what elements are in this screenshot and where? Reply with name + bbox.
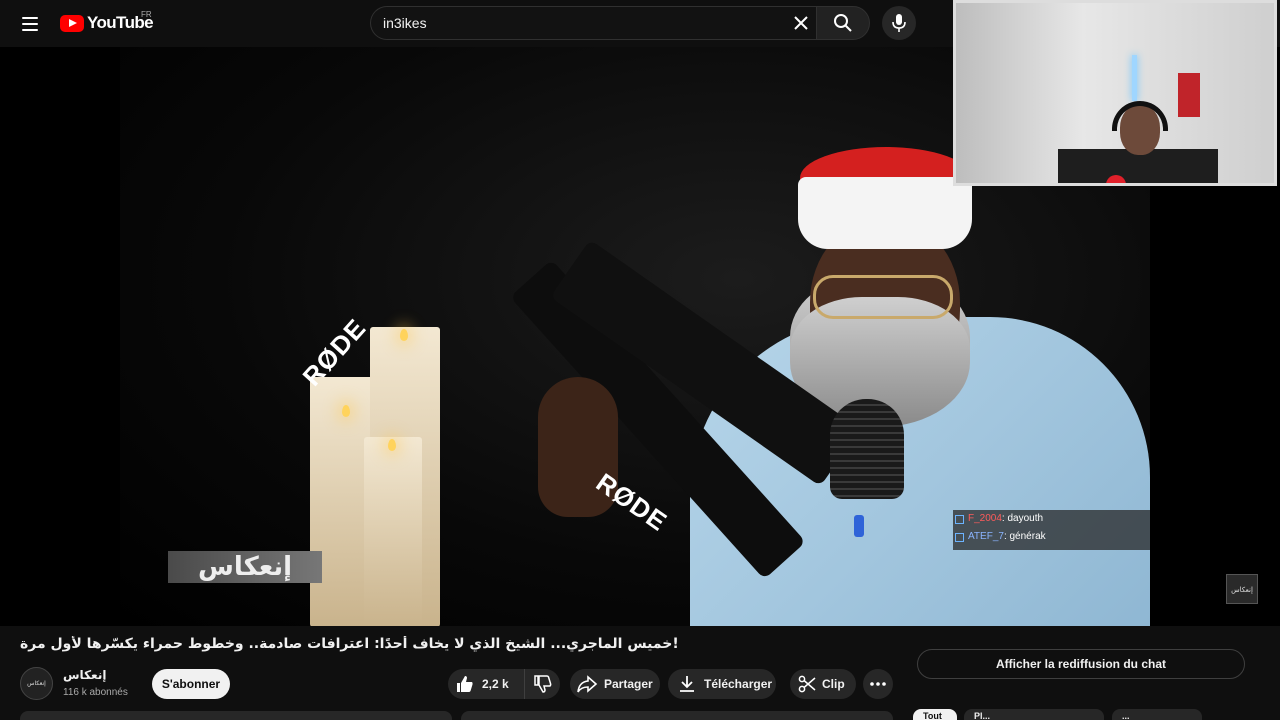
chat-username: ATEF_7 (968, 531, 1004, 542)
candle-flame (400, 329, 408, 341)
chat-message: ATEF_7 : générak (953, 528, 1150, 546)
country-code: FR (141, 10, 152, 19)
chip-all[interactable]: Tout (913, 709, 957, 720)
like-button[interactable]: 2,2 k (448, 669, 524, 699)
flag (1178, 73, 1200, 117)
more-horizontal-icon (870, 682, 886, 686)
download-label: Télécharger (704, 677, 773, 691)
chip-more[interactable]: ... (1112, 709, 1202, 720)
youtube-logo[interactable]: YouTube (60, 13, 154, 33)
clear-search-icon[interactable] (787, 9, 815, 37)
stream-chat-overlay: F_2004 : dayouth ATEF_7 : générak (953, 510, 1150, 550)
dislike-button[interactable] (524, 669, 560, 699)
like-count: 2,2 k (482, 677, 509, 691)
channel-name[interactable]: إنعكاس (63, 668, 106, 682)
neon-light (1132, 55, 1137, 101)
channel-corner-logo[interactable]: إنعكاس (1226, 574, 1258, 604)
more-actions-button[interactable] (863, 669, 893, 699)
search-box (370, 6, 816, 40)
clip-button[interactable]: Clip (790, 669, 856, 699)
download-icon (680, 676, 694, 692)
chat-badge-icon (955, 514, 964, 524)
subscriber-count: 116 k abonnés (63, 687, 128, 698)
mic-indicator (854, 515, 864, 537)
menu-icon[interactable] (14, 8, 46, 40)
search-icon (834, 14, 852, 32)
comments-box[interactable] (461, 711, 893, 720)
studio-microphone (830, 399, 904, 499)
search-button[interactable] (816, 6, 870, 40)
streamer-webcam (953, 0, 1277, 186)
candle (364, 437, 422, 626)
white-turban (798, 177, 972, 249)
description-box[interactable] (20, 711, 452, 720)
video-title: !خميس الماجري... الشيخ الذي لا يخاف أحدً… (20, 636, 679, 652)
thumbs-down-icon (533, 675, 551, 693)
channel-avatar[interactable]: إنعكاس (20, 667, 53, 700)
candle-flame (388, 439, 396, 451)
voice-search-button[interactable] (882, 6, 916, 40)
candle-flame (342, 405, 350, 417)
chip-related[interactable]: Pl... (964, 709, 1104, 720)
chat-text: : générak (1003, 531, 1046, 542)
microphone-icon (892, 14, 906, 32)
chat-message: F_2004 : dayouth (953, 510, 1150, 528)
scissors-icon (798, 675, 816, 693)
thumbs-up-icon (457, 676, 473, 692)
clip-label: Clip (822, 677, 845, 691)
chat-username: F_2004 (968, 513, 1002, 524)
subscribe-button[interactable]: S'abonner (152, 669, 230, 699)
search-input[interactable] (383, 7, 783, 39)
share-label: Partager (604, 677, 653, 691)
youtube-play-icon (60, 14, 84, 32)
show-chat-replay-button[interactable]: Afficher la rediffusion du chat (917, 649, 1245, 679)
glasses (813, 275, 953, 319)
share-button[interactable]: Partager (570, 669, 660, 699)
download-button[interactable]: Télécharger (668, 669, 776, 699)
chat-text: : dayouth (1001, 513, 1044, 524)
share-icon (577, 675, 598, 693)
channel-watermark: إنعكاس (168, 551, 322, 583)
chat-badge-icon (955, 532, 964, 542)
